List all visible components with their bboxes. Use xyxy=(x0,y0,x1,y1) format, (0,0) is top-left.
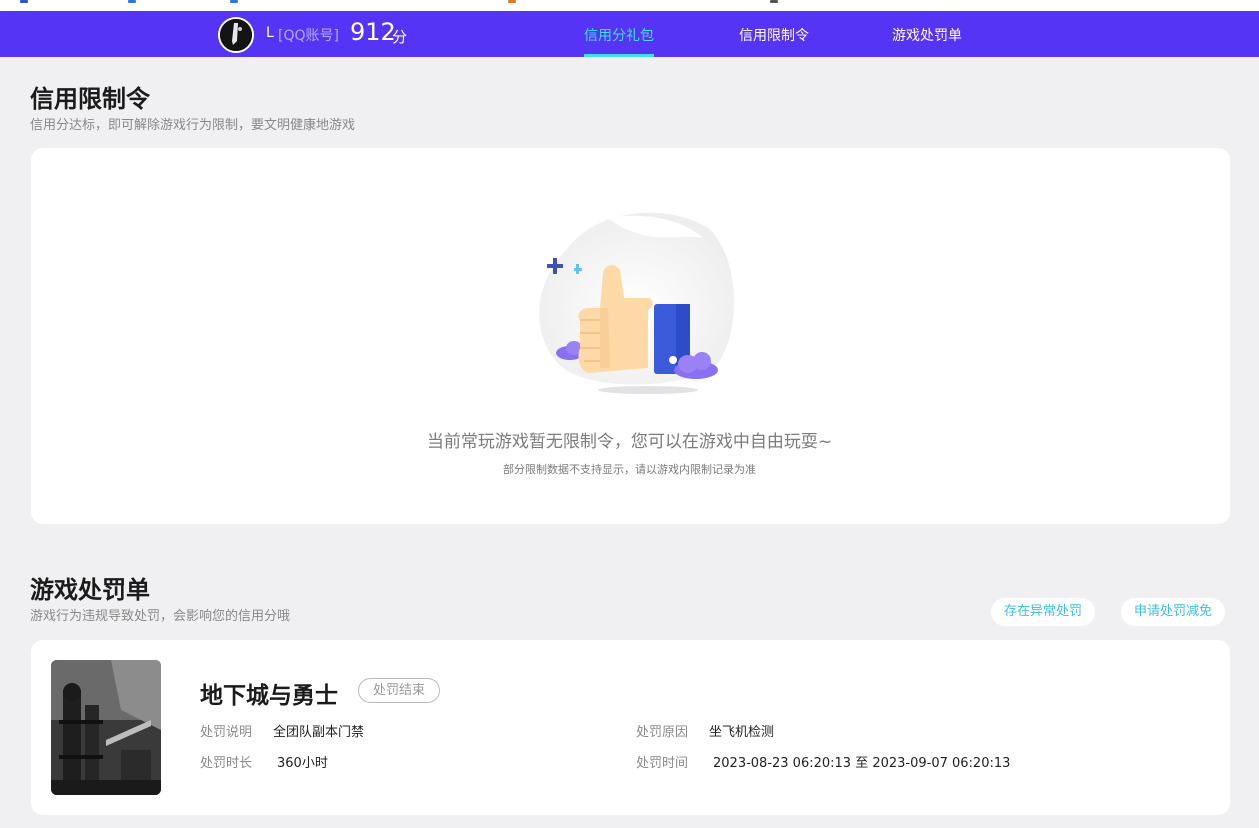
tab-credit-gift[interactable]: 信用分礼包 xyxy=(584,25,654,45)
status-badge: 处罚结束 xyxy=(358,678,441,703)
penalty-time-label: 处罚时间 xyxy=(636,756,689,771)
avatar[interactable] xyxy=(218,17,254,53)
game-cover-image xyxy=(51,660,161,795)
user-name: L xyxy=(266,25,274,41)
penalty-reason-label: 处罚原因 xyxy=(636,725,689,740)
credit-score: 912 xyxy=(350,18,396,46)
penalty-desc-value: 全团队副本门禁 xyxy=(273,725,365,740)
penalty-reason-value: 坐飞机检测 xyxy=(709,725,775,740)
empty-state-message: 当前常玩游戏暂无限制令，您可以在游戏中自由玩耍~ xyxy=(426,432,833,452)
empty-state-note: 部分限制数据不支持显示，请以游戏内限制记录为准 xyxy=(503,463,756,476)
restriction-section-subtitle: 信用分达标，即可解除游戏行为限制，要文明健康地游戏 xyxy=(30,118,356,133)
penalty-duration-value: 360小时 xyxy=(277,756,328,771)
tab-game-penalty[interactable]: 游戏处罚单 xyxy=(892,25,962,45)
appeal-penalty-button[interactable]: 申请处罚减免 xyxy=(1121,598,1226,626)
restriction-section-title: 信用限制令 xyxy=(30,85,150,113)
tab-credit-restriction[interactable]: 信用限制令 xyxy=(739,25,809,45)
penalty-section-title: 游戏处罚单 xyxy=(30,576,150,604)
abnormal-penalty-button[interactable]: 存在异常处罚 xyxy=(991,598,1096,626)
thumbs-up-illustration xyxy=(528,208,748,398)
game-name: 地下城与勇士 xyxy=(200,683,338,709)
top-navbar: L [QQ账号] 912 分 信用分礼包 信用限制令 游戏处罚单 xyxy=(0,11,1259,57)
penalty-duration-label: 处罚时长 xyxy=(200,756,253,771)
browser-bookmark-strip xyxy=(0,0,1259,11)
credit-score-unit: 分 xyxy=(392,28,408,46)
penalty-section-subtitle: 游戏行为违规导致处罚，会影响您的信用分哦 xyxy=(30,609,291,624)
account-type: [QQ账号] xyxy=(278,28,339,44)
penalty-desc-label: 处罚说明 xyxy=(200,725,253,740)
active-tab-indicator xyxy=(584,54,654,57)
penalty-time-value: 2023-08-23 06:20:13 至 2023-09-07 06:20:1… xyxy=(713,756,1011,771)
